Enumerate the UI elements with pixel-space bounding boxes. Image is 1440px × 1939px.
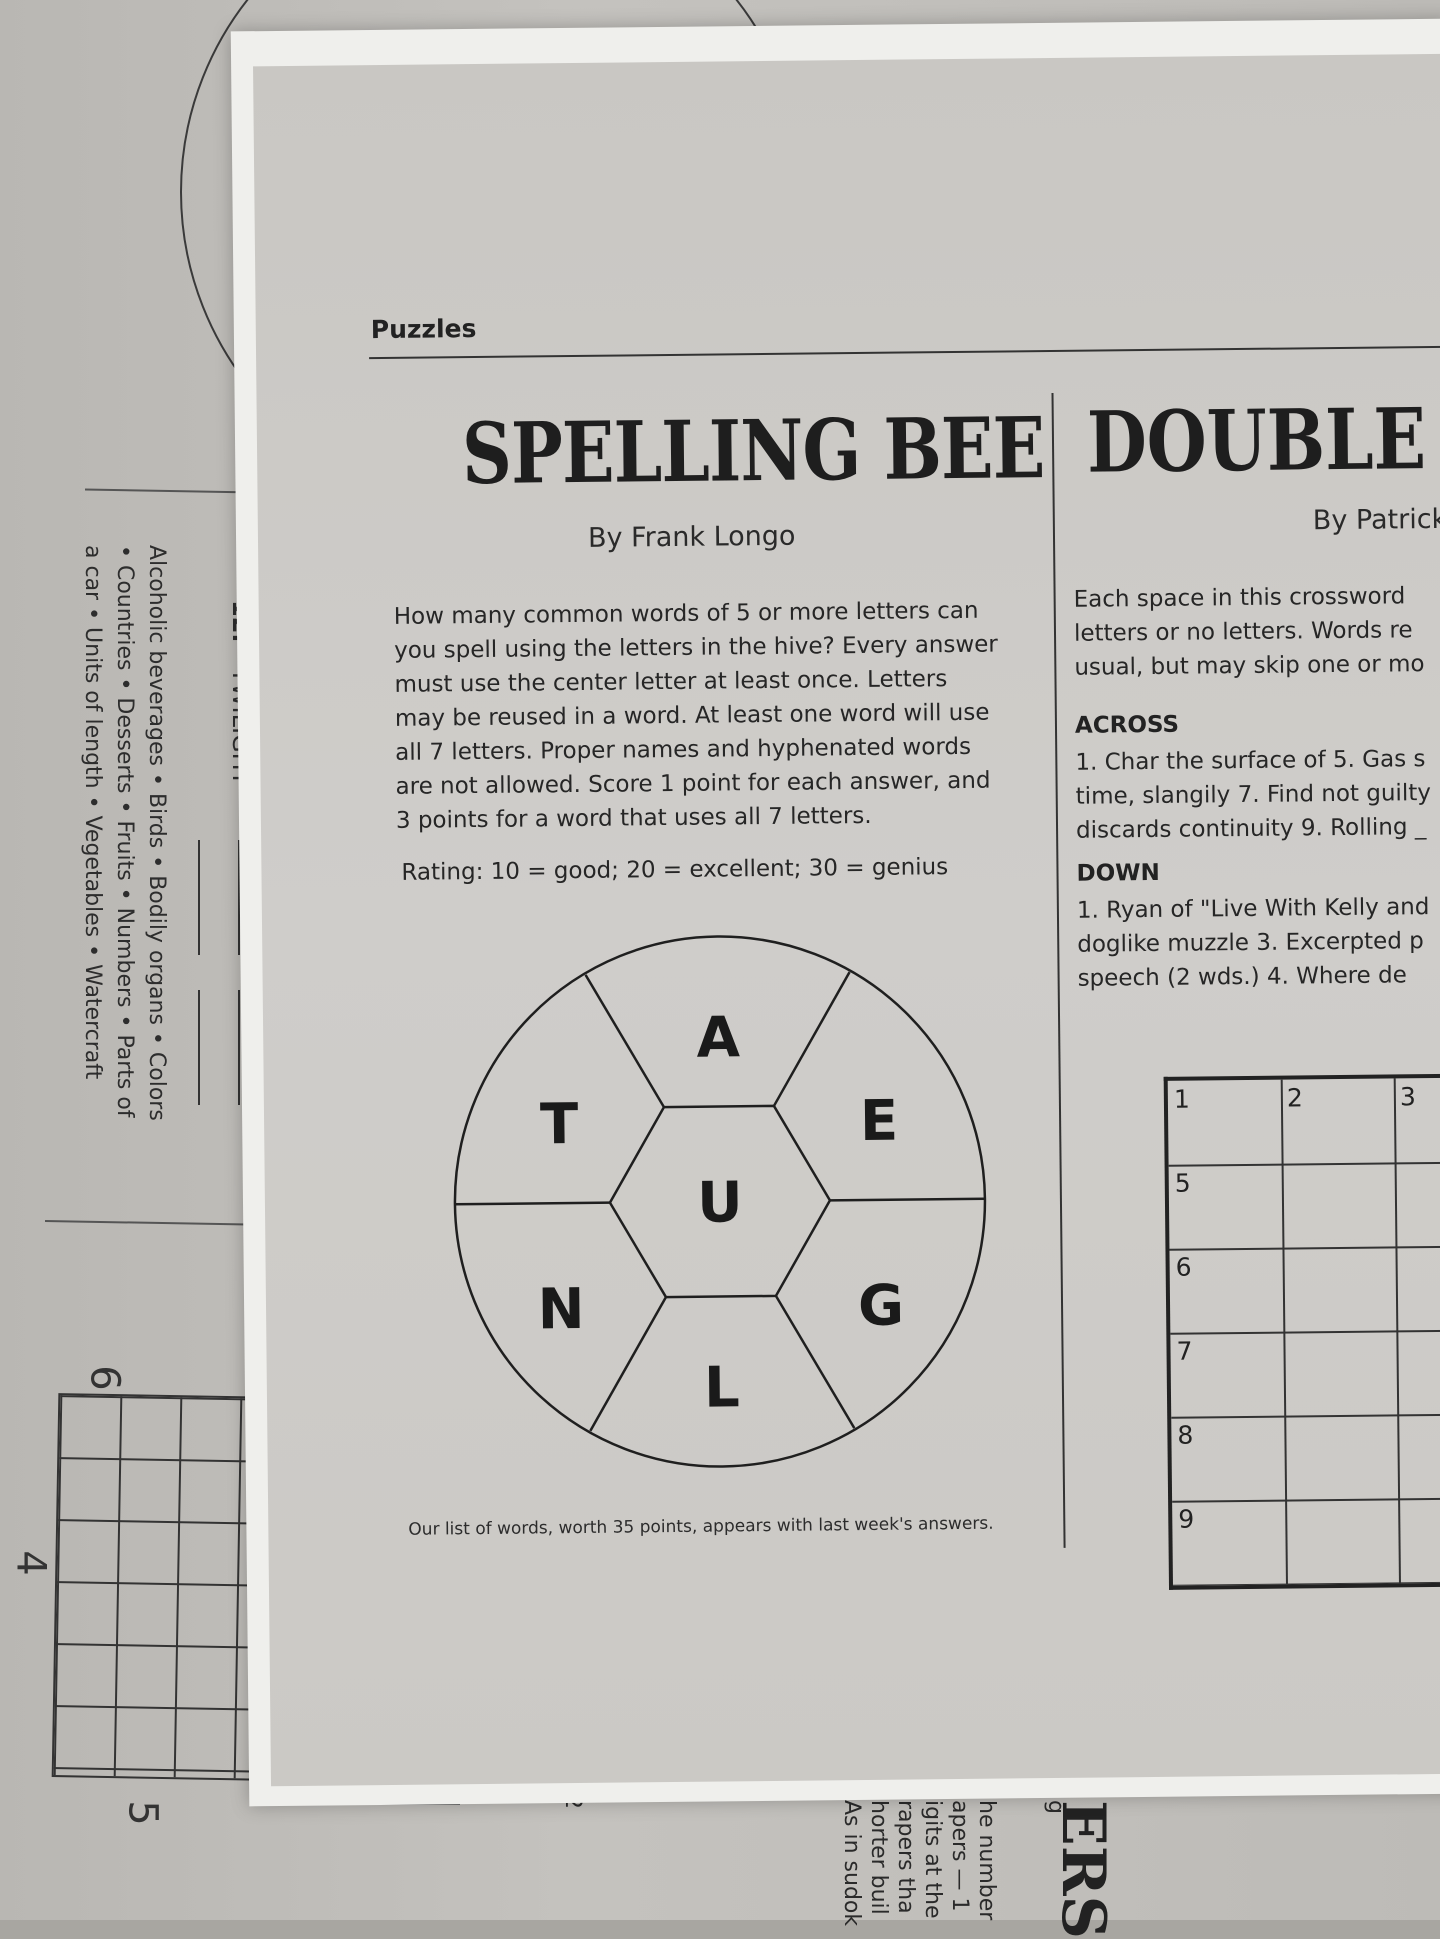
crossword-number: 1 xyxy=(1173,1084,1190,1114)
column-divider xyxy=(1051,392,1066,1548)
hive-letter-bottom: L xyxy=(704,1355,740,1420)
background-bottom-line: horter buil xyxy=(866,1800,891,1915)
background-bottom-line: rapers tha xyxy=(893,1800,918,1914)
background-categories: Alcoholic beverages • Birds • Bodily org… xyxy=(76,545,172,1121)
background-bottom-line: he number xyxy=(974,1800,999,1921)
double-or-title: DOUBLE OR xyxy=(1086,388,1440,492)
crossword-number: 9 xyxy=(1178,1504,1195,1534)
hive-divider xyxy=(584,974,666,1108)
background-grid-number: 6 xyxy=(81,1365,128,1391)
across-clue-line: discards continuity 9. Rolling _ xyxy=(1075,814,1427,844)
double-or-intro-line: usual, but may skip one or mo xyxy=(1074,651,1425,681)
hive-divider xyxy=(454,1201,610,1206)
puzzle-sheet: Puzzles SPELLING BEE By Frank Longo How … xyxy=(253,53,1440,1787)
crossword-grid: 1 2 3 5 6 7 8 9 xyxy=(1163,1073,1440,1590)
hive-divider xyxy=(589,1296,668,1432)
double-or-intro: Each space in this crossword letters or … xyxy=(1073,579,1440,685)
hive-divider xyxy=(829,1197,985,1202)
hive-letter-upper-left: T xyxy=(540,1092,579,1157)
hive-letter-center: U xyxy=(697,1170,743,1235)
hive-letter-lower-right: G xyxy=(858,1274,905,1339)
across-clues: 1. Char the surface of 5. Gas s time, sl… xyxy=(1075,742,1440,848)
background-bottom-line: As in sudok xyxy=(839,1800,864,1927)
double-or-intro-line: letters or no letters. Words re xyxy=(1073,617,1413,647)
background-categories-line: a car • Units of length • Vegetables • W… xyxy=(80,545,105,1080)
section-label: Puzzles xyxy=(370,314,477,345)
crossword-number: 6 xyxy=(1175,1252,1192,1282)
across-clue-line: time, slangily 7. Find not guilty xyxy=(1075,780,1432,810)
background-rule xyxy=(45,1219,275,1227)
double-or-byline: By Patrick xyxy=(1312,503,1440,537)
down-clue-line: doglike muzzle 3. Excerpted p xyxy=(1077,928,1424,958)
hive-divider xyxy=(774,1295,856,1429)
background-categories-line: Alcoholic beverages • Birds • Bodily org… xyxy=(144,545,169,1121)
across-clue-line: 1. Char the surface of 5. Gas s xyxy=(1075,746,1426,776)
hive-letter-upper-right: E xyxy=(860,1089,899,1154)
crossword-row: 7 xyxy=(1170,1329,1440,1419)
hive-letter-lower-left: N xyxy=(537,1277,585,1342)
background-grid-number: 5 xyxy=(119,1800,166,1826)
spelling-bee-hive: A E G L N T U xyxy=(453,935,987,1468)
background-rule xyxy=(84,488,256,494)
background-categories-line: • Countries • Desserts • Fruits • Number… xyxy=(112,545,137,1118)
crossword-number: 8 xyxy=(1177,1420,1194,1450)
spelling-bee-footer: Our list of words, worth 35 points, appe… xyxy=(408,1513,994,1540)
crossword-row: 6 xyxy=(1169,1245,1440,1335)
background-bottom-line: apers — 1 xyxy=(947,1800,972,1912)
crossword-number: 7 xyxy=(1176,1336,1193,1366)
spelling-bee-rating: Rating: 10 = good; 20 = excellent; 30 = … xyxy=(401,854,949,886)
crossword-row: 5 xyxy=(1168,1161,1440,1251)
down-clue-line: speech (2 wds.) 4. Where de xyxy=(1077,962,1407,992)
hive-letter-top: A xyxy=(696,1005,741,1070)
down-clues: 1. Ryan of "Live With Kelly and doglike … xyxy=(1077,890,1440,996)
spelling-bee-title: SPELLING BEE xyxy=(461,398,1045,504)
down-clue-line: 1. Ryan of "Live With Kelly and xyxy=(1076,894,1430,924)
background-grid-number: 4 xyxy=(7,1550,54,1576)
down-heading: DOWN xyxy=(1076,859,1160,887)
double-or-intro-line: Each space in this crossword xyxy=(1073,583,1406,613)
background-title-fragment: ERS xyxy=(1048,1800,1118,1939)
crossword-row: 1 2 3 xyxy=(1167,1077,1440,1167)
background-bottom-text: he number apers — 1 igits at the rapers … xyxy=(838,1800,1000,1926)
background-bottom-line: igits at the xyxy=(920,1800,945,1919)
crossword-number: 5 xyxy=(1174,1168,1191,1198)
section-rule xyxy=(369,345,1440,360)
hive-divider xyxy=(772,971,851,1107)
across-heading: ACROSS xyxy=(1074,711,1180,739)
crossword-number: 3 xyxy=(1399,1082,1416,1112)
crossword-number: 2 xyxy=(1286,1083,1303,1113)
spelling-bee-byline: By Frank Longo xyxy=(587,520,796,554)
spelling-bee-instructions: How many common words of 5 or more lette… xyxy=(393,597,998,834)
